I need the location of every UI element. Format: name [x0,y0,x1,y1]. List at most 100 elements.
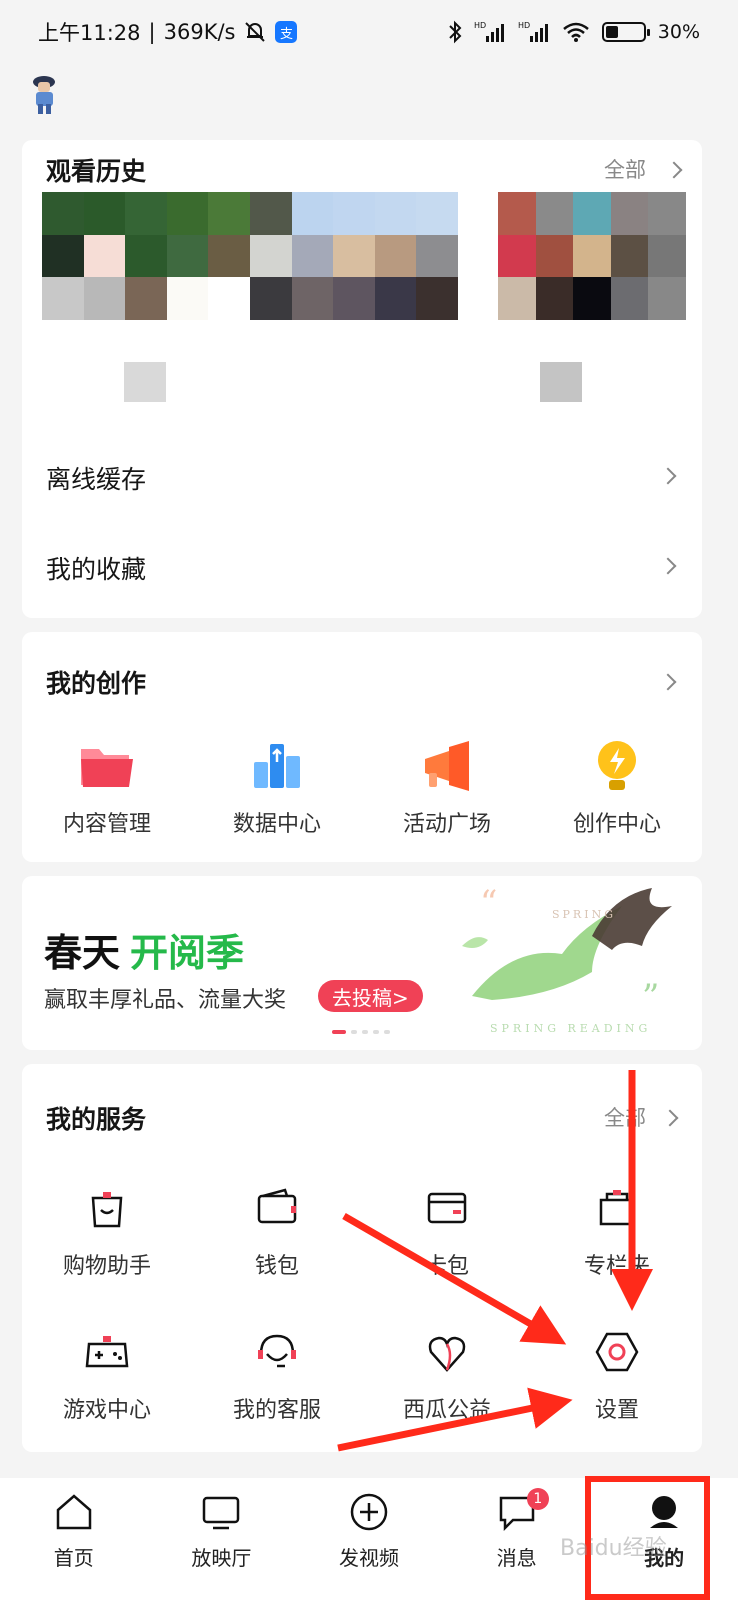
thumbnail-tile [166,234,209,278]
history-thumbnail[interactable] [498,192,686,320]
thumbnail-tile [333,192,375,235]
customer-service-button[interactable]: 我的客服 [192,1320,362,1424]
banner-submit-button[interactable]: 去投稿> [318,980,423,1012]
thumbnail-tile [208,277,250,320]
favorites-label: 我的收藏 [46,555,147,584]
pagination-dot [373,1030,379,1034]
creator-center-button[interactable]: 创作中心 [532,734,702,838]
pagination-dot [384,1030,390,1034]
thumbnail-tile [291,277,334,320]
thumbnail-tile [535,192,574,235]
history-placeholder [540,362,582,402]
settings-button[interactable]: 设置 [532,1320,702,1424]
thumbnail-tile [125,234,167,278]
thumbnail-tile [648,277,686,320]
thumbnail-tile [416,277,458,320]
thumbnail-tile [83,234,126,278]
wallet-button[interactable]: 钱包 [192,1176,362,1280]
battery-percent: 30% [657,21,700,43]
charity-button[interactable]: 西瓜公益 [362,1320,532,1424]
services-all-link[interactable]: 全部 [604,1102,646,1132]
svg-text:HD: HD [474,21,486,30]
data-chart-icon [245,734,309,798]
shopping-bag-icon [75,1176,139,1240]
thumbnail-tile [291,192,334,235]
game-center-button[interactable]: 游戏中心 [22,1320,192,1424]
tab-publish[interactable]: 发视频 [295,1478,443,1600]
history-thumbnail[interactable] [42,192,458,320]
thumbnail-tile [610,192,649,235]
offline-cache-label: 离线缓存 [46,465,147,494]
thumbnail-tile [573,234,611,278]
column-folder-button[interactable]: 专栏夹 [532,1176,702,1280]
thumbnail-tile [83,192,126,235]
history-placeholder [124,362,166,402]
history-title: 观看历史 [46,157,147,186]
thumbnail-tile [42,234,84,278]
shopping-assistant-button[interactable]: 购物助手 [22,1176,192,1280]
card-pack-button[interactable]: 卡包 [362,1176,532,1280]
status-bar: 上午11:28 | 369K/s 支 HD HD 30% [0,0,738,64]
svg-text:“: “ [480,883,497,923]
banner-pagination [332,1030,390,1034]
history-all-link[interactable]: 全部 [604,154,646,184]
creation-card: 我的创作 内容管理 数据中心 活动广场 创作中心 [22,632,702,862]
thumbnail-tile [291,234,334,278]
mute-bell-icon [243,20,267,44]
thumbnail-tile [573,277,611,320]
alipay-icon: 支 [275,21,298,43]
creation-title[interactable]: 我的创作 [46,664,146,700]
content-management-button[interactable]: 内容管理 [22,734,192,838]
thumbnail-tile [249,234,292,278]
tv-icon [201,1492,241,1536]
tab-theater[interactable]: 放映厅 [148,1478,296,1600]
thumbnail-tile [416,234,458,278]
thumbnail-tile [333,234,375,278]
thumbnail-tile [374,234,417,278]
tab-home[interactable]: 首页 [0,1478,148,1600]
data-center-button[interactable]: 数据中心 [192,734,362,838]
banner-deco-top: SPRING [552,908,616,921]
chevron-right-icon [661,1109,679,1127]
thumbnail-tile [535,277,574,320]
thumbnail-tile [249,277,292,320]
favorites-row[interactable]: 我的收藏 [22,522,702,612]
thumbnail-tile [42,192,84,235]
lightbulb-icon [585,734,649,798]
card-icon [415,1176,479,1240]
thumbnail-tile [208,234,250,278]
folder-icon [75,734,139,798]
offline-cache-row[interactable]: 离线缓存 [22,432,702,522]
banner-subtitle: 赢取丰厚礼品、流量大奖 [44,988,287,1013]
thumbnail-tile [42,277,84,320]
thumbnail-tile [333,277,375,320]
thumbnail-tile [573,192,611,235]
thumbnail-tile [610,234,649,278]
thumbnail-tile [166,277,209,320]
chevron-right-icon [659,673,677,691]
services-card: 我的服务 全部 购物助手 钱包 卡包 专栏夹 游戏中心 我的客服 西瓜公益 设置 [22,1064,702,1452]
pagination-dot [332,1030,346,1034]
activity-square-button[interactable]: 活动广场 [362,734,532,838]
thumbnail-tile [648,234,686,278]
thumbnail-tile [416,192,458,235]
settings-icon [585,1320,649,1384]
message-badge: 1 [526,1488,549,1510]
chevron-right-icon [659,467,677,485]
thumbnail-tile [208,192,250,235]
watermark: Baidu经验 [560,1536,667,1561]
banner-title: 春天 开阅季 [44,931,245,975]
wifi-icon [562,21,590,43]
chevron-right-icon [659,557,677,575]
charity-heart-icon [415,1320,479,1384]
thumbnail-tile [498,277,536,320]
gamepad-icon [75,1320,139,1384]
services-title: 我的服务 [46,1105,147,1134]
avatar[interactable] [30,74,60,116]
headset-icon [245,1320,309,1384]
thumbnail-tile [610,277,649,320]
promo-banner[interactable]: 春天 开阅季 赢取丰厚礼品、流量大奖 去投稿> “ ” SPRING SPRING… [22,876,702,1050]
svg-text:HD: HD [518,21,530,30]
network-speed: 369K/s [163,20,236,44]
thumbnail-tile [249,192,292,235]
